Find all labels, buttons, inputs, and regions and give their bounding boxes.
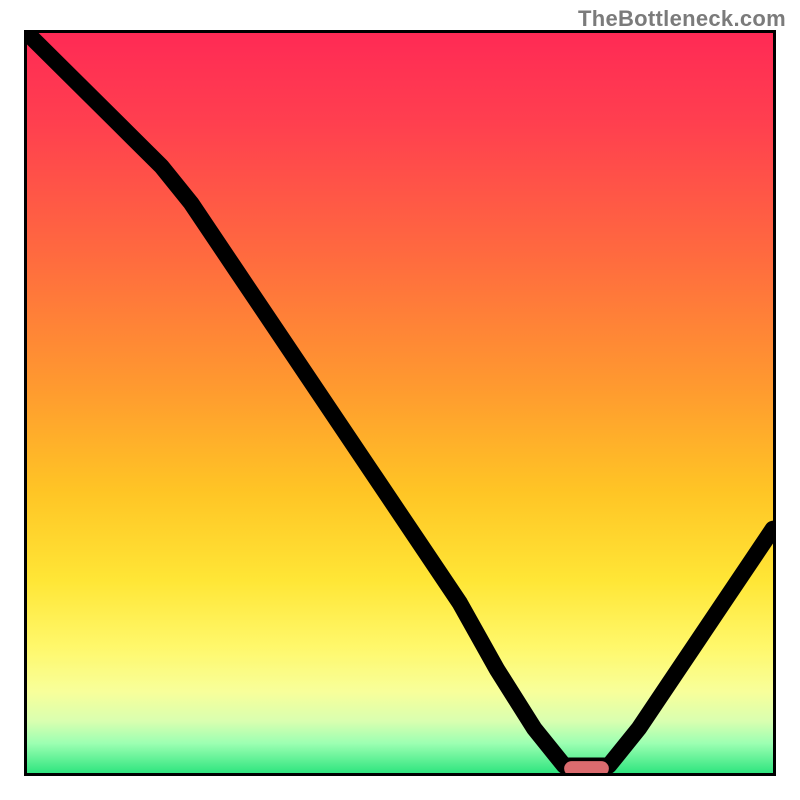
- watermark-text: TheBottleneck.com: [578, 6, 786, 32]
- chart-svg: [27, 33, 773, 773]
- chart-root: TheBottleneck.com: [0, 0, 800, 800]
- optimal-segment-marker: [564, 761, 609, 773]
- marker-layer: [564, 761, 609, 773]
- plot-frame: [24, 30, 776, 776]
